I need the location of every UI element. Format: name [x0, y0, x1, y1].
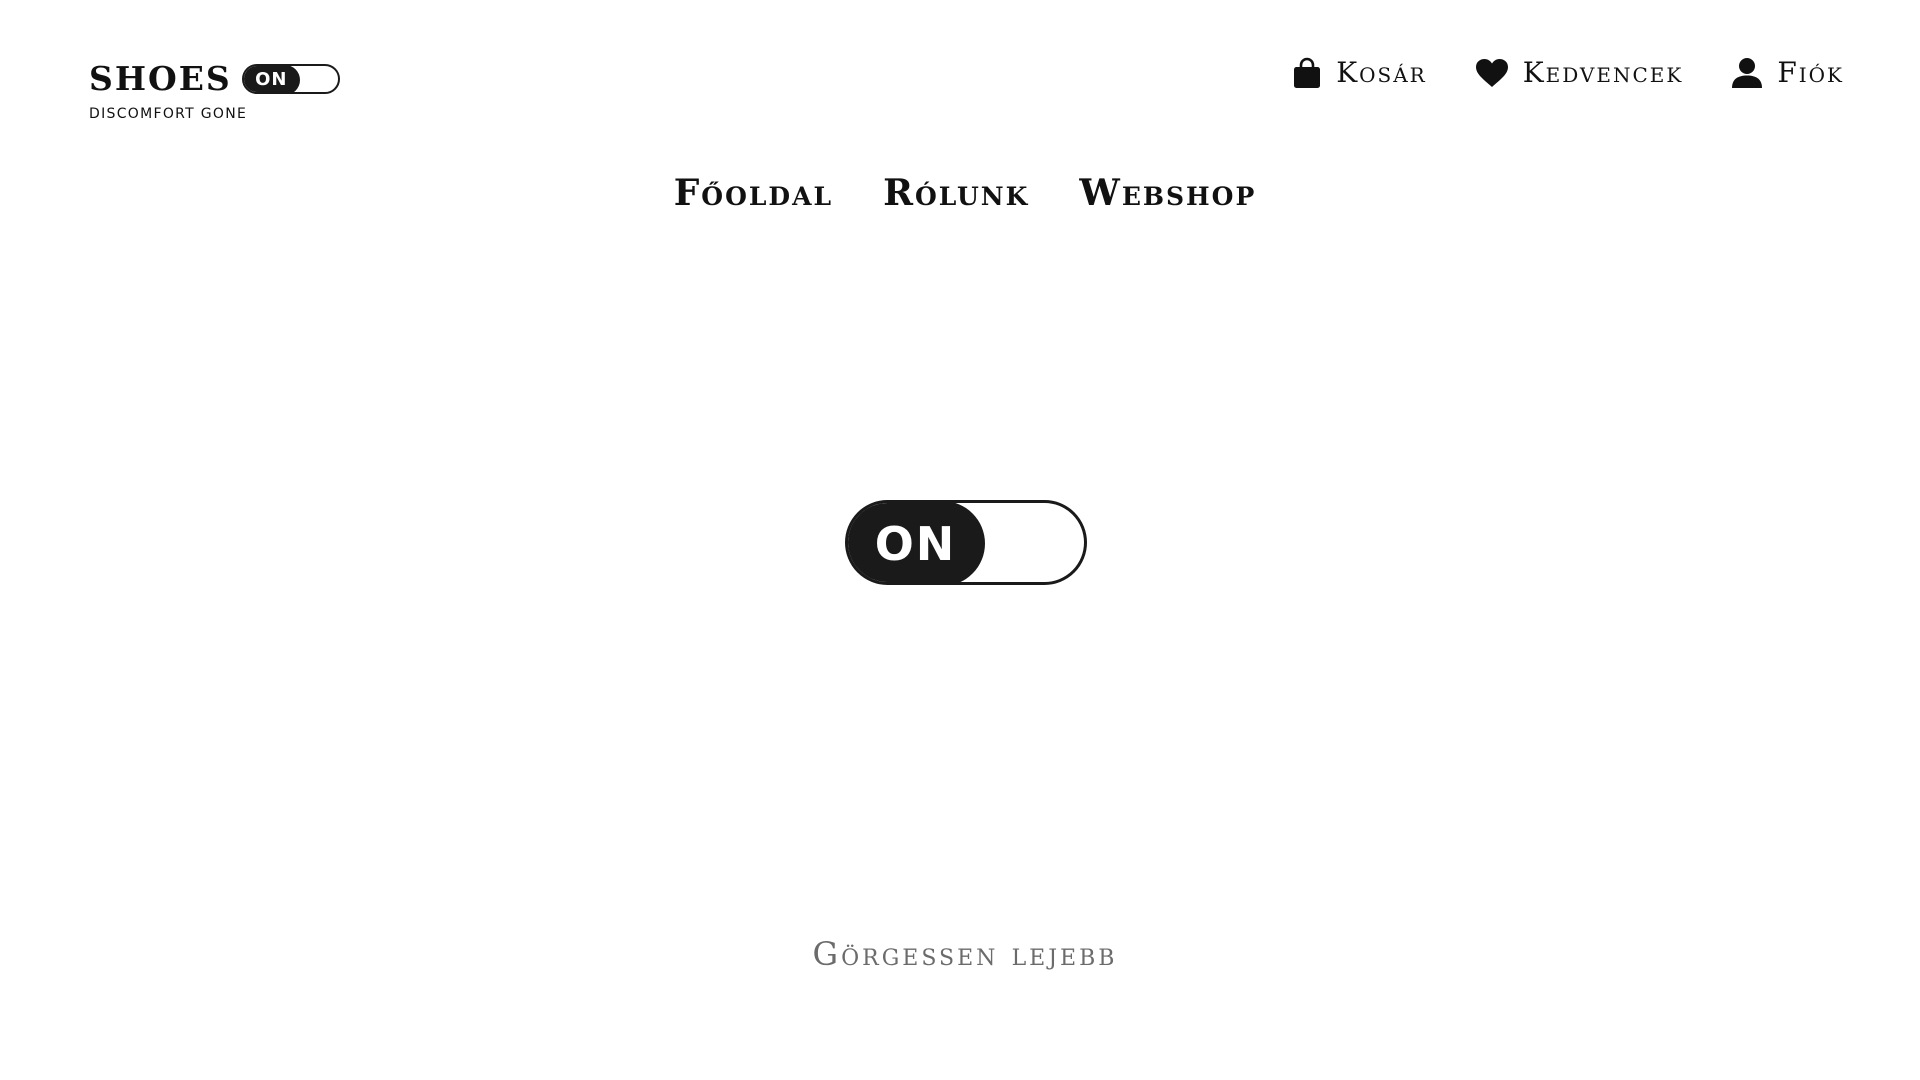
cart-link[interactable]: Kosár: [1292, 56, 1427, 89]
nav-link-home[interactable]: Főoldal: [674, 172, 833, 214]
hero-on-toggle[interactable]: ON: [845, 500, 1087, 585]
main-nav: Főoldal Rólunk Webshop: [0, 172, 1920, 214]
logo-toggle-knob: ON: [243, 65, 300, 92]
favorites-label: Kedvencek: [1522, 56, 1684, 89]
hero-toggle-knob: ON: [848, 503, 985, 582]
nav-link-about[interactable]: Rólunk: [883, 172, 1029, 214]
cart-label: Kosár: [1336, 56, 1427, 89]
user-icon: [1731, 57, 1763, 89]
heart-icon: [1475, 58, 1509, 88]
logo-wordmark: SHOES: [89, 59, 232, 98]
utility-nav: Kosár Kedvencek Fiók: [1292, 56, 1844, 89]
account-label: Fiók: [1777, 56, 1844, 89]
account-link[interactable]: Fiók: [1731, 56, 1844, 89]
logo-toggle-graphic: ON: [241, 63, 340, 94]
logo-row: SHOES ON: [89, 62, 340, 95]
favorites-link[interactable]: Kedvencek: [1475, 56, 1684, 89]
scroll-down-hint[interactable]: Görgessen lejebb: [0, 935, 1920, 973]
shopping-bag-icon: [1292, 57, 1322, 89]
logo-tagline: DISCOMFORT GONE: [89, 106, 248, 122]
nav-link-webshop[interactable]: Webshop: [1079, 172, 1256, 214]
logo[interactable]: SHOES ON DISCOMFORT GONE: [89, 62, 340, 122]
